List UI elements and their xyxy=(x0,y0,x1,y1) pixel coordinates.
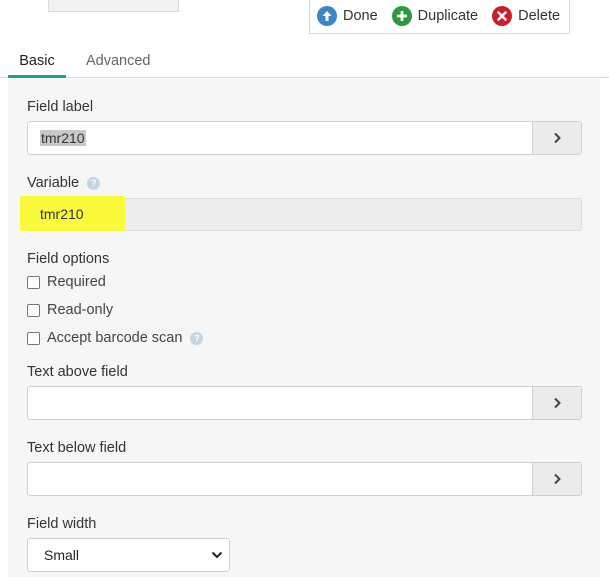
option-required: Required xyxy=(27,274,106,290)
delete-button[interactable]: Delete xyxy=(492,5,561,26)
done-label: Done xyxy=(343,7,378,24)
duplicate-button[interactable]: Duplicate xyxy=(391,5,479,26)
barcode-scan-label: Accept barcode scan xyxy=(47,330,183,346)
text-above-expand-button[interactable] xyxy=(532,387,581,419)
option-read-only: Read-only xyxy=(27,302,113,318)
chevron-right-icon xyxy=(554,473,561,485)
text-below-input[interactable] xyxy=(28,463,532,495)
tab-advanced[interactable]: Advanced xyxy=(86,46,151,78)
field-label-value: tmr210 xyxy=(40,130,86,146)
tab-basic[interactable]: Basic xyxy=(8,46,66,78)
plus-icon xyxy=(391,5,412,26)
text-below-input-group xyxy=(27,462,582,496)
delete-label: Delete xyxy=(518,7,561,24)
text-above-heading: Text above field xyxy=(27,364,128,380)
field-width-value: Small xyxy=(44,547,80,563)
arrow-up-icon xyxy=(317,5,337,26)
barcode-scan-checkbox[interactable] xyxy=(27,331,40,345)
field-label-expand-button[interactable] xyxy=(532,122,581,154)
text-below-heading: Text below field xyxy=(27,440,127,456)
text-below-expand-button[interactable] xyxy=(532,463,581,495)
variable-label: Variable xyxy=(27,175,80,191)
field-label-input-group: tmr210 xyxy=(27,121,582,155)
read-only-label: Read-only xyxy=(47,302,114,318)
field-label-input[interactable]: tmr210 xyxy=(28,122,532,154)
help-circle-icon[interactable]: ? xyxy=(190,331,204,345)
required-checkbox[interactable] xyxy=(27,275,40,289)
top-panel-stub xyxy=(48,0,179,12)
chevron-right-icon xyxy=(554,397,561,409)
done-button[interactable]: Done xyxy=(317,5,378,26)
field-width-heading: Field width xyxy=(27,516,97,532)
text-above-input[interactable] xyxy=(28,387,532,419)
help-circle-icon[interactable]: ? xyxy=(87,176,101,190)
action-toolbar: Done Duplicate Delete xyxy=(309,0,570,34)
field-width-select[interactable]: Small xyxy=(27,538,230,572)
read-only-checkbox[interactable] xyxy=(27,303,40,317)
option-barcode-scan: Accept barcode scan ? xyxy=(27,330,204,346)
field-options-heading: Field options xyxy=(27,251,110,267)
chevron-down-icon xyxy=(211,551,223,559)
chevron-right-icon xyxy=(554,132,561,144)
close-icon xyxy=(492,5,513,26)
variable-value: tmr210 xyxy=(40,206,84,222)
required-label: Required xyxy=(47,274,106,290)
tab-bar: Basic Advanced xyxy=(0,46,609,78)
text-above-input-group xyxy=(27,386,582,420)
duplicate-label: Duplicate xyxy=(417,7,479,24)
variable-heading: Variable? xyxy=(27,175,101,191)
field-label-heading: Field label xyxy=(27,99,94,115)
